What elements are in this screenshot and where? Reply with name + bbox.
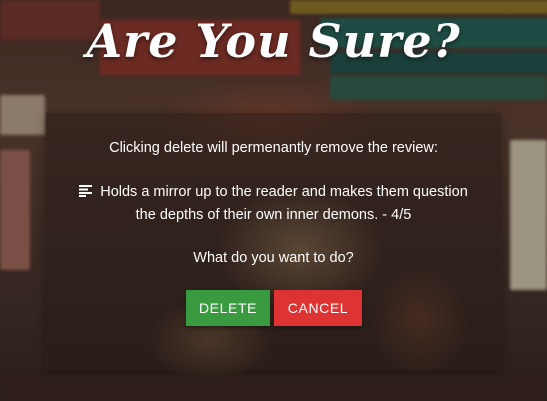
notes-lines-icon (79, 182, 93, 204)
page-title: Are You Sure? (86, 14, 461, 68)
review-text-line1: Holds a mirror up to the reader and make… (100, 184, 468, 200)
question-text: What do you want to do? (193, 250, 354, 266)
review-text-line2: the depths of their own inner demons. - … (135, 207, 412, 223)
delete-button[interactable]: DELETE (186, 290, 270, 326)
review-excerpt: Holds a mirror up to the reader and make… (46, 181, 501, 226)
confirm-message: Clicking delete will permenantly remove … (109, 140, 438, 156)
confirm-dialog: Clicking delete will permenantly remove … (46, 113, 501, 370)
cancel-button[interactable]: CANCEL (274, 290, 362, 326)
